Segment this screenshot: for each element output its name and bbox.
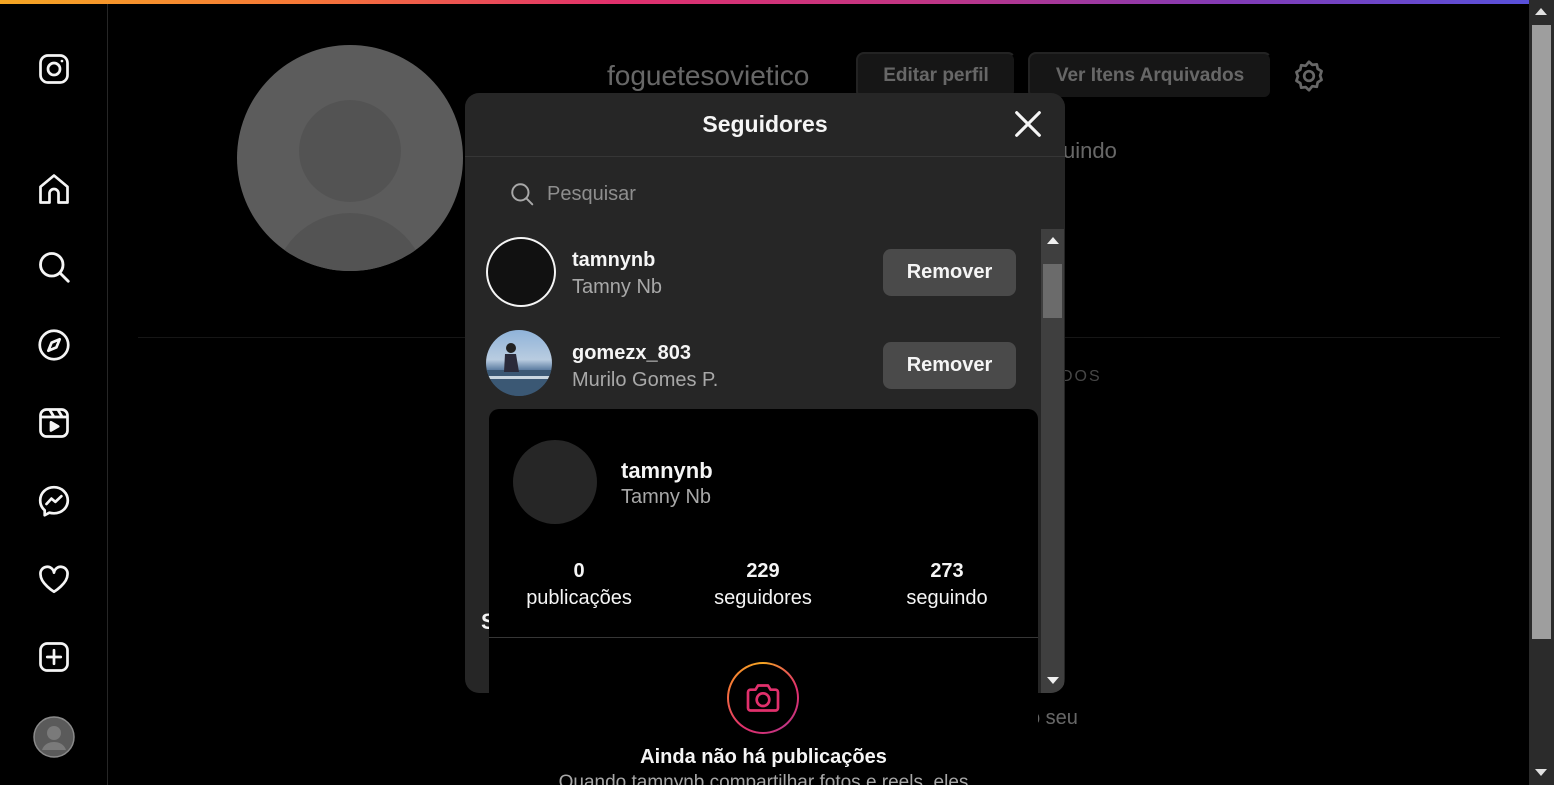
remove-follower-button[interactable]: Remover [883, 342, 1016, 389]
search-icon [511, 183, 534, 206]
stat-label: seguidores [714, 587, 812, 609]
heart-icon[interactable] [36, 561, 72, 597]
view-archive-button[interactable]: Ver Itens Arquivados [1028, 52, 1272, 99]
search-input[interactable] [545, 181, 989, 207]
follower-username[interactable]: gomezx_803 [572, 342, 691, 365]
search-bar[interactable] [509, 177, 1009, 211]
scroll-down-arrow-icon[interactable] [1535, 769, 1547, 776]
empty-posts-title: Ainda não há publicações [640, 746, 887, 768]
scroll-up-arrow-icon[interactable] [1535, 8, 1547, 15]
edit-profile-button[interactable]: Editar perfil [856, 52, 1016, 99]
stat-number: 229 [746, 560, 780, 582]
stat-followers: 229 seguidores [673, 560, 853, 610]
scrollbar-thumb[interactable] [1043, 264, 1062, 318]
follower-row[interactable]: gomezx_803 Murilo Gomes P. Remover [486, 330, 1016, 400]
stat-number: 0 [573, 560, 585, 582]
following-stat-fragment: uindo [1063, 138, 1117, 163]
camera-icon [746, 684, 780, 712]
follower-fullname: Murilo Gomes P. [572, 369, 719, 391]
instagram-logo-icon[interactable] [36, 51, 72, 87]
remove-follower-button[interactable]: Remover [883, 249, 1016, 296]
profile-hover-card: tamnynb Tamny Nb 0 publicações 229 segui… [489, 409, 1038, 785]
dialog-header: Seguidores [465, 93, 1065, 157]
tab-fragment: DOS [1061, 368, 1102, 385]
sidebar-nav [0, 4, 108, 785]
window-scrollbar[interactable] [1529, 0, 1554, 785]
reels-icon[interactable] [36, 405, 72, 441]
follower-fullname: Tamny Nb [572, 276, 663, 298]
stat-label: publicações [526, 587, 632, 609]
stat-number: 273 [930, 560, 964, 582]
scroll-up-arrow-icon[interactable] [1047, 237, 1059, 244]
dialog-title: Seguidores [702, 111, 828, 137]
profile-username: foguetesovietico [607, 60, 810, 91]
close-icon[interactable] [1011, 107, 1045, 141]
scrollbar-thumb[interactable] [1532, 25, 1551, 639]
hover-card-divider [489, 637, 1038, 638]
hover-card-avatar[interactable] [513, 440, 597, 524]
stat-posts: 0 publicações [489, 560, 669, 610]
settings-gear-icon[interactable] [1291, 58, 1327, 94]
follower-row[interactable]: tamnynb Tamny Nb Remover [486, 237, 1016, 307]
dialog-scrollbar[interactable] [1041, 229, 1064, 693]
stat-following: 273 seguindo [857, 560, 1037, 610]
create-plus-icon[interactable] [36, 639, 72, 675]
profile-avatar[interactable] [237, 45, 463, 271]
empty-posts-description: Quando tamnynb compartilhar fotos e reel… [558, 772, 969, 785]
follower-username[interactable]: tamnynb [572, 249, 655, 272]
camera-ring-icon [727, 662, 799, 734]
follower-avatar[interactable] [486, 237, 556, 307]
profile-avatar-icon[interactable] [33, 716, 75, 758]
stat-label: seguindo [906, 587, 988, 609]
search-icon[interactable] [36, 249, 72, 285]
explore-compass-icon[interactable] [36, 327, 72, 363]
messenger-icon[interactable] [36, 483, 72, 519]
hover-card-fullname: Tamny Nb [621, 486, 712, 508]
home-icon[interactable] [36, 171, 72, 207]
follower-avatar[interactable] [486, 330, 552, 396]
hover-card-username[interactable]: tamnynb [621, 458, 713, 484]
scroll-down-arrow-icon[interactable] [1047, 677, 1059, 684]
